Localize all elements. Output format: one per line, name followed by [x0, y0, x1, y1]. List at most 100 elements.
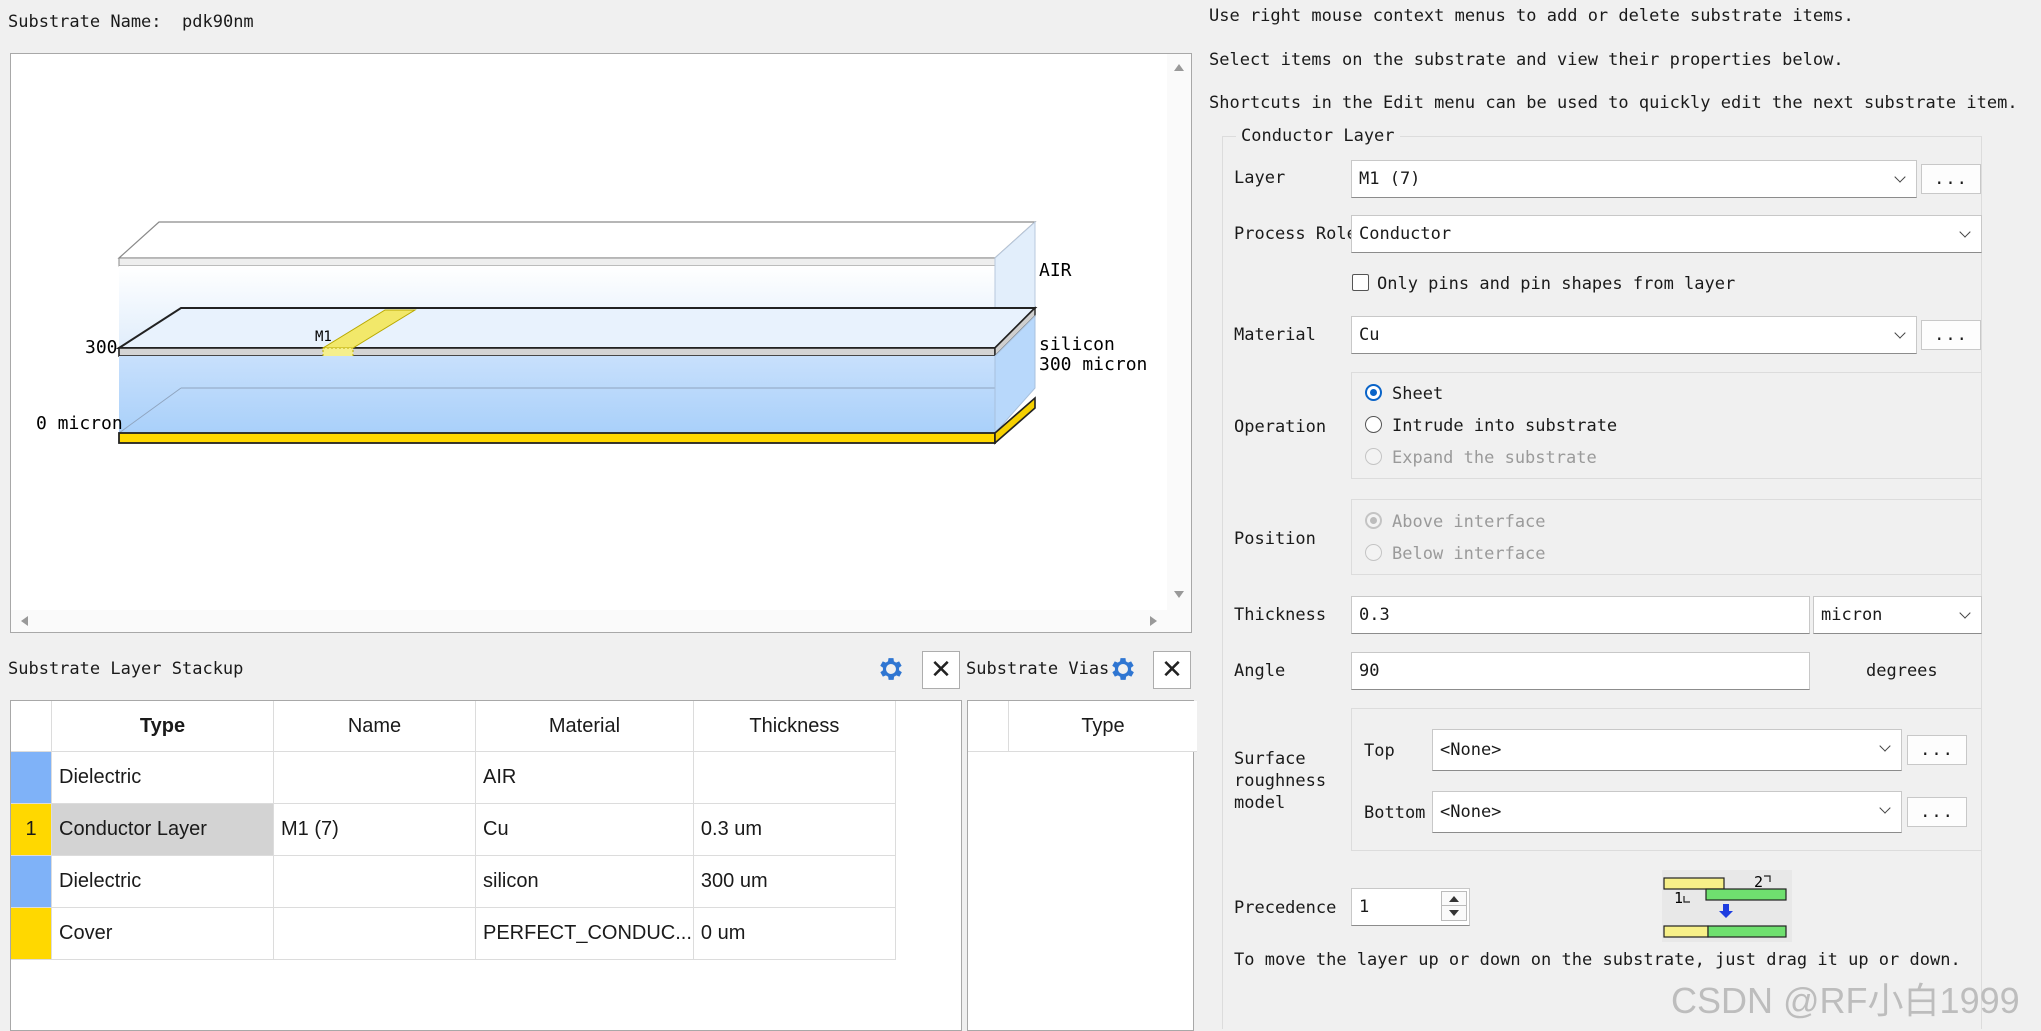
thickness-value: 0.3	[1359, 605, 1390, 625]
operation-sheet-label: Sheet	[1392, 384, 1444, 404]
conductor-group-title: Conductor Layer	[1236, 126, 1400, 146]
stackup-settings-button[interactable]	[873, 651, 909, 687]
material-browse-button[interactable]: ...	[1921, 320, 1981, 350]
cell-name[interactable]	[273, 907, 476, 960]
view-horizontal-scrollbar[interactable]	[11, 610, 1167, 632]
vias-settings-button[interactable]	[1105, 651, 1141, 687]
roughness-top-select[interactable]: <None>	[1432, 729, 1902, 771]
angle-input[interactable]: 90	[1351, 652, 1810, 690]
scroll-right-icon	[1150, 616, 1157, 626]
prec-layer1-top	[1663, 877, 1725, 890]
material-select[interactable]: Cu	[1351, 316, 1917, 354]
column-header-material[interactable]: Material	[475, 701, 694, 752]
radio-dot	[1370, 517, 1377, 524]
row-index: 1	[11, 803, 52, 856]
watermark: CSDN @RF小白1999	[1671, 980, 2020, 1021]
cell-thickness[interactable]: 0 um	[693, 907, 896, 960]
vias-delete-button[interactable]: ✕	[1153, 651, 1191, 689]
thickness-label: Thickness	[1234, 605, 1327, 625]
cell-name[interactable]: M1 (7)	[273, 803, 476, 856]
precedence-diagram: 1 2	[1662, 870, 1792, 942]
cell-name[interactable]	[273, 751, 476, 804]
angle-unit-label: degrees	[1866, 661, 1938, 681]
process-role-value: Conductor	[1359, 224, 1452, 244]
column-header-type[interactable]: Type	[1008, 701, 1197, 752]
thickness-unit-select[interactable]: micron	[1813, 596, 1982, 634]
table-row[interactable]: Dielectric silicon 300 um	[11, 855, 896, 908]
cell-thickness[interactable]: 300 um	[693, 855, 896, 908]
vias-header-row: Type	[968, 701, 1197, 752]
cell-material[interactable]: AIR	[475, 751, 694, 804]
column-header-index	[968, 701, 1009, 752]
column-header-type[interactable]: Type	[51, 701, 274, 752]
roughness-top-browse-button[interactable]: ...	[1907, 735, 1967, 765]
table-row[interactable]: Dielectric AIR	[11, 751, 896, 804]
cell-type[interactable]: Cover	[51, 907, 274, 960]
layer-value: M1 (7)	[1359, 169, 1421, 189]
roughness-top-label: Top	[1364, 741, 1395, 761]
label-m1: M1	[315, 329, 332, 345]
help-line-1: Use right mouse context menus to add or …	[1209, 6, 1854, 26]
operation-intrude-radio[interactable]	[1365, 416, 1382, 433]
substrate-3d-drawing: AIR silicon 300 micron 300 0 micron M1	[36, 220, 1147, 445]
operation-expand-label: Expand the substrate	[1392, 448, 1597, 468]
vscroll-arrows	[1174, 64, 1184, 598]
position-above-label: Above interface	[1392, 512, 1546, 532]
precedence-spinbox[interactable]: 1	[1351, 888, 1470, 926]
column-header-index	[11, 701, 52, 752]
layer-browse-button[interactable]: ...	[1921, 164, 1981, 194]
stepper-up-icon[interactable]	[1441, 891, 1467, 906]
cell-name[interactable]	[273, 855, 476, 908]
air-top-face	[117, 221, 1037, 259]
column-header-name[interactable]: Name	[273, 701, 476, 752]
operation-expand-radio	[1365, 448, 1382, 465]
operation-intrude-label: Intrude into substrate	[1392, 416, 1618, 436]
material-value: Cu	[1359, 325, 1380, 345]
stackup-delete-button[interactable]: ✕	[922, 651, 960, 689]
silicon-front-face	[119, 356, 995, 433]
cell-type[interactable]: Dielectric	[51, 751, 274, 804]
move-hint: To move the layer up or down on the subs…	[1234, 950, 1961, 970]
cell-thickness[interactable]: 0.3 um	[693, 803, 896, 856]
process-role-select[interactable]: Conductor	[1351, 215, 1982, 253]
cell-material[interactable]: silicon	[475, 855, 694, 908]
process-role-label: Process Role	[1234, 224, 1357, 244]
thickness-unit-value: micron	[1821, 605, 1883, 625]
precedence-label: Precedence	[1234, 898, 1337, 918]
scroll-down-icon	[1174, 591, 1184, 598]
table-row[interactable]: Cover PERFECT_CONDUC... 0 um	[11, 907, 896, 960]
precedence-stepper[interactable]	[1441, 891, 1467, 922]
layer-select[interactable]: M1 (7)	[1351, 160, 1917, 198]
hscroll-arrows	[21, 616, 1157, 626]
close-icon: ✕	[930, 655, 952, 685]
cell-material[interactable]: Cu	[475, 803, 694, 856]
table-row-selected[interactable]: 1 Conductor Layer M1 (7) Cu 0.3 um	[11, 803, 896, 856]
stepper-down-icon[interactable]	[1441, 906, 1467, 921]
label-silicon-thickness: 300 micron	[1039, 354, 1147, 375]
angle-value: 90	[1359, 661, 1380, 681]
pins-only-checkbox[interactable]	[1352, 274, 1369, 291]
operation-sheet-radio[interactable]	[1365, 384, 1382, 401]
air-top-edge	[118, 257, 996, 267]
roughness-bottom-label: Bottom	[1364, 803, 1426, 823]
help-line-2: Select items on the substrate and view t…	[1209, 50, 1844, 70]
column-header-thickness[interactable]: Thickness	[693, 701, 896, 752]
substrate-name-value: pdk90nm	[182, 12, 254, 32]
scroll-left-icon	[21, 616, 28, 626]
prec-layer2-bottom	[1707, 925, 1787, 938]
position-above-radio	[1365, 512, 1382, 529]
thickness-input[interactable]: 0.3	[1351, 596, 1810, 634]
view-vertical-scrollbar[interactable]	[1167, 54, 1191, 632]
row-index	[11, 751, 52, 804]
roughness-bottom-browse-button[interactable]: ...	[1907, 797, 1967, 827]
pins-only-label: Only pins and pin shapes from layer	[1377, 274, 1736, 294]
cell-thickness[interactable]	[693, 751, 896, 804]
vias-title: Substrate Vias	[966, 659, 1110, 679]
conductor-layer-group	[1222, 136, 1982, 1029]
layer-label: Layer	[1234, 168, 1286, 188]
cell-type[interactable]: Conductor Layer	[51, 803, 274, 856]
cell-type[interactable]: Dielectric	[51, 855, 274, 908]
cell-material[interactable]: PERFECT_CONDUC...	[475, 907, 694, 960]
substrate-3d-view[interactable]: AIR silicon 300 micron 300 0 micron M1	[10, 53, 1192, 633]
roughness-bottom-select[interactable]: <None>	[1432, 791, 1902, 833]
